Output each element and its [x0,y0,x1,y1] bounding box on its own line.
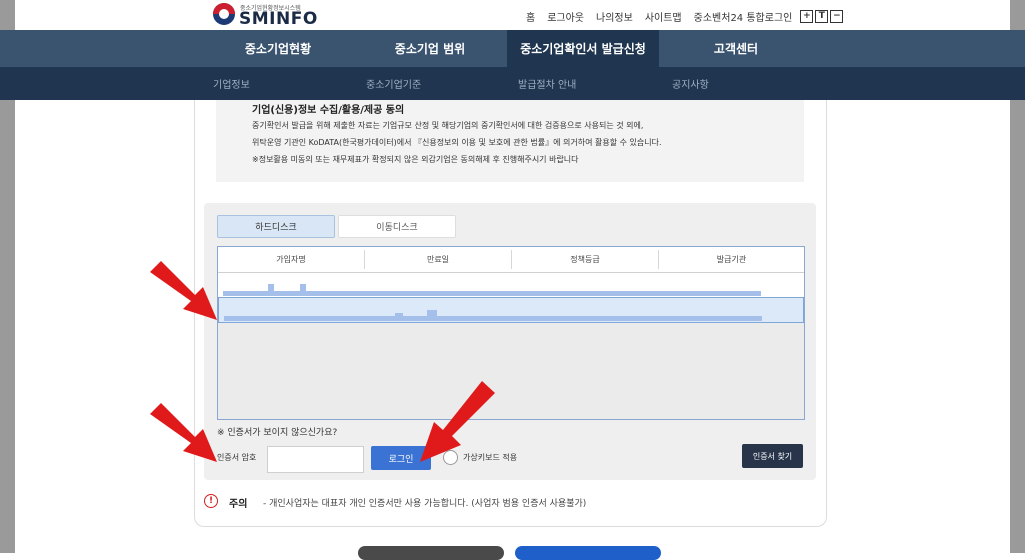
link-my-info[interactable]: 나의정보 [596,9,633,24]
consent-title: 기업(신용)정보 수집/활용/제공 동의 [252,105,405,116]
col-policy-grade: 정책등급 [570,255,600,264]
redacted-text [224,316,762,321]
logo-mark-icon [213,3,235,25]
notice-text: - 개인사업자는 대표자 개인 인증서만 사용 가능합니다. (사업자 범용 인… [263,499,587,509]
link-integrated-login[interactable]: 중소벤처24 통합로그인 [694,9,793,24]
subnav-company-info[interactable]: 기업정보 [213,76,250,91]
secondary-nav: 기업정보 중소기업기준 발급절차 안내 공지사항 [0,67,1025,100]
redacted-text [395,313,403,316]
nav-sme-scope[interactable]: 중소기업 범위 [356,30,504,67]
logo-name: SMINFO [239,9,318,29]
redacted-text [268,284,274,291]
consent-line: 위탁운영 기관인 KoDATA(한국평가데이터)에서 『신용정보의 이용 및 보… [252,138,662,147]
bottom-button-dark[interactable] [358,546,504,560]
link-home[interactable]: 홈 [526,9,535,24]
find-certificate-button[interactable]: 인증서 찾기 [742,444,803,468]
font-decrease-button[interactable]: − [830,9,844,23]
font-increase-button[interactable]: + [800,9,814,23]
link-logout[interactable]: 로그아웃 [547,9,584,24]
primary-nav: 중소기업현황 중소기업 범위 중소기업확인서 발급신청 고객센터 [0,30,1025,67]
consent-line: 중기확인서 발급을 위해 제출한 자료는 기업규모 산정 및 해당기업의 중기확… [252,121,644,130]
font-reset-button[interactable]: T [815,9,829,23]
site-logo[interactable]: 중소기업현황정보시스템 SMINFO [213,2,333,29]
table-row[interactable] [218,273,804,297]
window-frame [0,100,15,553]
tab-hard-disk[interactable]: 하드디스크 [217,215,335,238]
red-arrow-icon [150,403,217,462]
link-sitemap[interactable]: 사이트맵 [645,9,682,24]
nav-customer-center[interactable]: 고객센터 [662,30,810,67]
window-frame [1010,100,1025,553]
nav-sme-status[interactable]: 중소기업현황 [204,30,352,67]
subnav-sme-criteria[interactable]: 중소기업기준 [366,76,421,91]
red-arrow-icon [150,261,217,320]
table-header: 가입자명 만료일 정책등급 발급기관 [218,247,804,273]
notice-title: 주의 [229,499,248,510]
redacted-text [300,284,306,291]
warning-icon: ! [204,494,218,508]
col-expiry: 만료일 [426,255,450,264]
subnav-notices[interactable]: 공지사항 [672,76,709,91]
red-arrow-icon [420,381,495,462]
top-header [0,0,1025,30]
col-subscriber: 가입자명 [276,255,306,264]
window-frame [0,0,15,30]
col-issuer: 발급기관 [716,255,747,264]
window-frame [1010,0,1025,30]
certificate-password-input[interactable] [267,446,364,473]
certificate-table: 가입자명 만료일 정책등급 발급기관 [217,246,805,420]
redacted-text [427,310,437,316]
certificate-missing-hint[interactable]: ※ 인증서가 보이지 않으신가요? [217,425,337,438]
bottom-button-blue[interactable] [515,546,661,560]
consent-line: ※정보활용 미동의 또는 재무제표가 확정되지 않은 외감기업은 동의해제 후 … [252,155,579,164]
subnav-issue-procedure[interactable]: 발급절차 안내 [518,76,576,91]
nav-certificate-apply[interactable]: 중소기업확인서 발급신청 [507,30,659,67]
redacted-text [223,291,761,296]
utility-links: 홈 로그아웃 나의정보 사이트맵 중소벤처24 통합로그인 + T − [520,9,844,24]
table-row-selected[interactable] [218,297,804,323]
tab-removable-disk[interactable]: 이동디스크 [338,215,456,238]
